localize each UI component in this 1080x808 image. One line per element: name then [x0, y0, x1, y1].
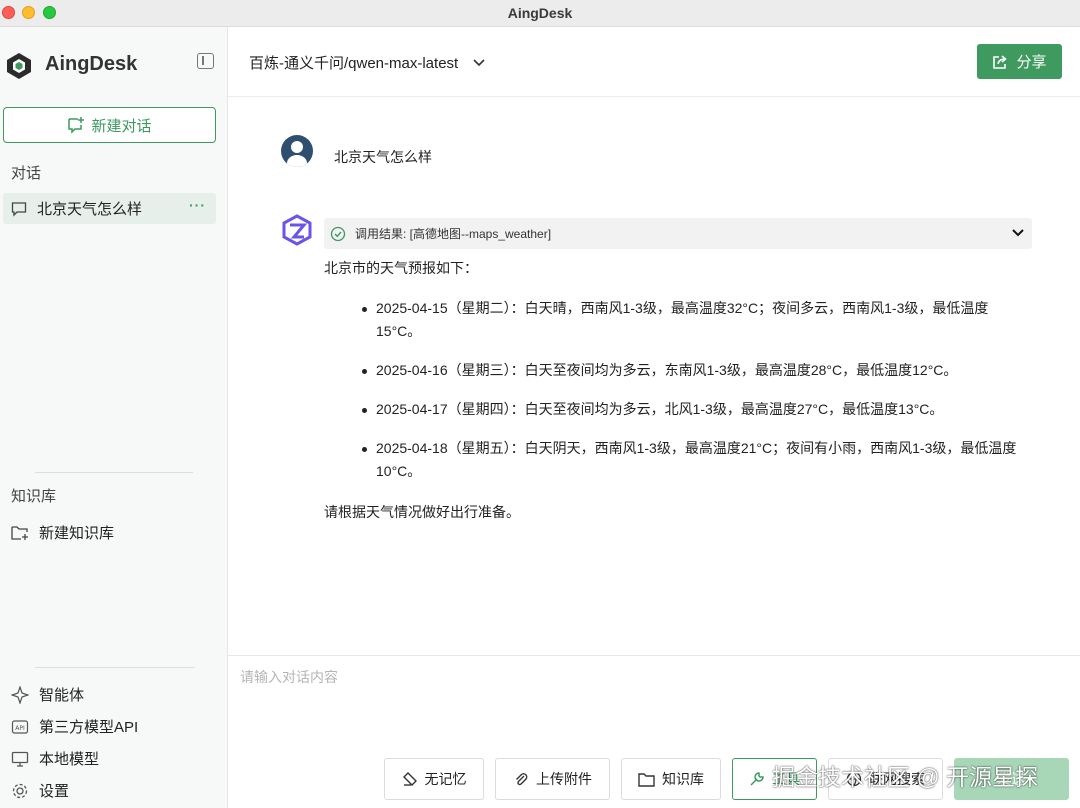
assistant-avatar-icon	[282, 214, 312, 246]
list-item: 2025-04-15（星期二）：白天晴，西南风1-3级，最高温度32°C；夜间多…	[362, 297, 1032, 343]
monitor-icon	[11, 751, 29, 767]
sparkle-icon	[11, 685, 29, 704]
window-title: AingDesk	[507, 5, 573, 21]
no-memory-label: 无记忆	[424, 771, 467, 787]
share-button[interactable]: 分享	[977, 44, 1062, 79]
model-selector[interactable]: 百炼-通义千问/qwen-max-latest	[249, 52, 486, 73]
folder-icon	[638, 772, 655, 787]
assistant-message: 北京市的天气预报如下： 2025-04-15（星期二）：白天晴，西南风1-3级，…	[324, 257, 1032, 524]
knowledge-heading: 知识库	[11, 488, 57, 505]
svg-text:API: API	[15, 725, 25, 732]
list-item: 2025-04-17（星期四）：白天至夜间均为多云，北风1-3级，最高温度27°…	[362, 398, 1032, 421]
share-icon	[993, 54, 1008, 69]
upload-label: 上传附件	[536, 771, 592, 787]
conversation-title: 北京天气怎么样	[37, 201, 143, 218]
forecast-list: 2025-04-15（星期二）：白天晴，西南风1-3级，最高温度32°C；夜间多…	[362, 297, 1032, 483]
chat-header: 百炼-通义千问/qwen-max-latest 分享	[228, 27, 1080, 97]
sidebar-divider	[35, 472, 193, 473]
conversation-item[interactable]: 北京天气怎么样 ···	[3, 193, 216, 224]
sidebar-toggle-icon[interactable]	[197, 53, 214, 69]
sidebar-item-label: 设置	[39, 783, 70, 800]
sidebar: AingDesk 新建对话 对话 北京天气怎么样 ··· 知识库 新建知识库 智…	[0, 27, 228, 808]
tool-call-label: 调用结果: [高德地图--maps_weather]	[355, 227, 552, 241]
chevron-down-icon	[473, 58, 485, 66]
folder-add-icon	[11, 525, 28, 540]
conversations-heading: 对话	[11, 165, 42, 182]
message-input[interactable]: 请输入对话内容	[240, 667, 338, 687]
watermark-text: 掘金技术社区 @ 开源星探	[772, 764, 1039, 790]
window-titlebar: AingDesk	[0, 0, 1080, 27]
eraser-icon	[402, 772, 417, 786]
list-item: 2025-04-18（星期五）：白天阴天，西南风1-3级，最高温度21°C；夜间…	[362, 437, 1032, 483]
paperclip-icon	[516, 773, 528, 786]
model-name: 百炼-通义千问/qwen-max-latest	[249, 55, 459, 72]
sidebar-item-local-models[interactable]: 本地模型	[11, 748, 99, 769]
new-chat-icon	[68, 117, 85, 134]
sidebar-item-label: 智能体	[39, 687, 85, 704]
no-memory-button[interactable]: 无记忆	[384, 758, 484, 800]
sidebar-divider-bottom	[35, 667, 195, 668]
new-chat-label: 新建对话	[91, 117, 152, 135]
upload-button[interactable]: 上传附件	[495, 758, 610, 800]
knowledge-label: 知识库	[662, 771, 704, 787]
sidebar-item-third-party-api[interactable]: API 第三方模型API	[11, 716, 138, 737]
list-item: 2025-04-16（星期三）：白天至夜间均为多云，东南风1-3级，最高温度28…	[362, 359, 1032, 382]
gear-icon	[12, 783, 28, 798]
wrench-icon	[750, 772, 764, 786]
main-panel: 百炼-通义千问/qwen-max-latest 分享 北京天气怎么样 调用结果:…	[228, 27, 1080, 808]
answer-intro: 北京市的天气预报如下：	[324, 260, 478, 276]
brand-name: AingDesk	[45, 53, 138, 75]
sidebar-item-settings[interactable]: 设置	[11, 780, 69, 801]
check-circle-icon	[330, 226, 346, 241]
new-knowledge-label: 新建知识库	[39, 525, 115, 542]
user-message: 北京天气怎么样	[334, 149, 432, 165]
sidebar-item-label: 第三方模型API	[39, 719, 139, 736]
knowledge-button[interactable]: 知识库	[621, 758, 721, 800]
tool-call-result[interactable]: 调用结果: [高德地图--maps_weather]	[324, 218, 1032, 249]
share-label: 分享	[1016, 54, 1047, 71]
new-chat-button[interactable]: 新建对话	[3, 107, 216, 143]
conversation-more-button[interactable]: ···	[189, 197, 206, 213]
chat-bubble-icon	[11, 201, 27, 217]
user-avatar	[281, 135, 313, 167]
sidebar-item-label: 本地模型	[39, 751, 100, 768]
new-knowledge-base[interactable]: 新建知识库	[11, 522, 114, 543]
app-logo-icon	[7, 53, 31, 79]
answer-outro: 请根据天气情况做好出行准备。	[324, 504, 520, 520]
chevron-down-icon[interactable]	[1010, 224, 1026, 240]
api-icon: API	[11, 719, 29, 734]
sidebar-item-agents[interactable]: 智能体	[11, 684, 84, 705]
